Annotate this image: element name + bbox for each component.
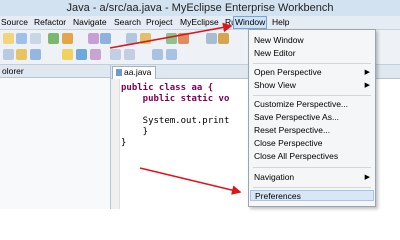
open-resource-icon[interactable] (16, 49, 27, 60)
editor-gutter (111, 79, 120, 209)
menu-item-new-window[interactable]: New Window (250, 35, 374, 46)
deploy-icon[interactable] (100, 33, 111, 44)
menu-item-customize-perspective[interactable]: Customize Perspective... (250, 99, 374, 110)
menu-window[interactable]: Window (233, 16, 268, 29)
package-explorer-panel: olorer (0, 65, 111, 209)
menu-item-show-view[interactable]: Show View ▶ (250, 80, 374, 91)
next-annotation-icon[interactable] (110, 49, 121, 60)
server-icon[interactable] (88, 33, 99, 44)
menu-project[interactable]: Project (146, 16, 172, 29)
menu-item-label: Customize Perspective... (254, 99, 349, 109)
menu-separator (253, 95, 371, 96)
menu-separator (253, 167, 371, 168)
code-line-2-text: public static vo (121, 94, 230, 104)
menu-item-open-perspective[interactable]: Open Perspective ▶ (250, 67, 374, 78)
toggle-mark-icon[interactable] (76, 49, 87, 60)
new-class-icon[interactable] (206, 33, 217, 44)
menu-item-close-perspective[interactable]: Close Perspective (250, 138, 374, 149)
external-tools-icon[interactable] (178, 33, 189, 44)
menu-myeclipse[interactable]: MyEclipse (180, 16, 219, 29)
package-explorer-tab-label: olorer (2, 66, 24, 76)
toggle-block-icon[interactable] (90, 49, 101, 60)
code-line-2: public static vo (121, 94, 230, 105)
menu-navigate[interactable]: Navigate (73, 16, 107, 29)
previous-annotation-icon[interactable] (124, 49, 135, 60)
menu-item-navigation[interactable]: Navigation ▶ (250, 172, 374, 183)
menu-item-label: Navigation (254, 172, 295, 182)
code-line-6: } (121, 138, 127, 148)
search-icon[interactable] (30, 49, 41, 60)
open-type-icon[interactable] (3, 49, 14, 60)
menu-item-close-all-perspectives[interactable]: Close All Perspectives (250, 151, 374, 162)
menu-separator (253, 63, 371, 64)
launch-icon[interactable] (166, 33, 177, 44)
editor-tab-aa-java[interactable]: aa.java (112, 66, 157, 79)
code-line-1-text: public class aa { (121, 83, 214, 93)
browser-icon[interactable] (126, 33, 137, 44)
menu-source[interactable]: Source (1, 16, 28, 29)
window-title: Java - a/src/aa.java - MyEclipse Enterpr… (0, 0, 400, 16)
submenu-arrow-icon: ▶ (364, 82, 370, 89)
menu-bar: Source Refactor Navigate Search Project … (0, 16, 400, 30)
menu-item-label: Preferences (255, 191, 301, 201)
code-line-1: public class aa { (121, 83, 213, 94)
menu-item-label: Close Perspective (254, 138, 323, 148)
menu-item-save-perspective-as[interactable]: Save Perspective As... (250, 112, 374, 123)
code-line-5: } (121, 127, 149, 137)
new-package-icon[interactable] (218, 33, 229, 44)
menu-item-label: Reset Perspective... (254, 125, 331, 135)
save-icon[interactable] (16, 33, 27, 44)
menu-item-label: New Window (254, 35, 304, 45)
back-icon[interactable] (152, 49, 163, 60)
menu-search[interactable]: Search (114, 16, 141, 29)
code-line-4-text: System.out.print (121, 116, 230, 126)
forward-icon[interactable] (166, 49, 177, 60)
menu-item-new-editor[interactable]: New Editor (250, 48, 374, 59)
menu-refactor[interactable]: Refactor (34, 16, 66, 29)
package-explorer-tab[interactable]: olorer (0, 65, 110, 78)
print-icon[interactable] (30, 33, 41, 44)
package-icon[interactable] (140, 33, 151, 44)
new-icon[interactable] (3, 33, 14, 44)
menu-separator (253, 187, 371, 188)
debug-icon[interactable] (62, 33, 73, 44)
menu-item-label: Close All Perspectives (254, 151, 339, 161)
menu-item-label: New Editor (254, 48, 296, 58)
menu-item-reset-perspective[interactable]: Reset Perspective... (250, 125, 374, 136)
code-line-4: System.out.print (121, 116, 230, 127)
annotation-icon[interactable] (62, 49, 73, 60)
menu-item-label: Open Perspective (254, 67, 322, 77)
editor-tab-label: aa.java (124, 67, 152, 77)
submenu-arrow-icon: ▶ (364, 69, 370, 76)
java-file-icon (116, 69, 122, 77)
menu-item-preferences[interactable]: Preferences (250, 190, 374, 201)
menu-item-label: Save Perspective As... (254, 112, 340, 122)
submenu-arrow-icon: ▶ (364, 174, 370, 181)
run-icon[interactable] (48, 33, 59, 44)
window-menu-dropdown: New Window New Editor Open Perspective ▶ … (248, 29, 376, 207)
menu-help[interactable]: Help (272, 16, 289, 29)
menu-item-label: Show View (254, 80, 296, 90)
